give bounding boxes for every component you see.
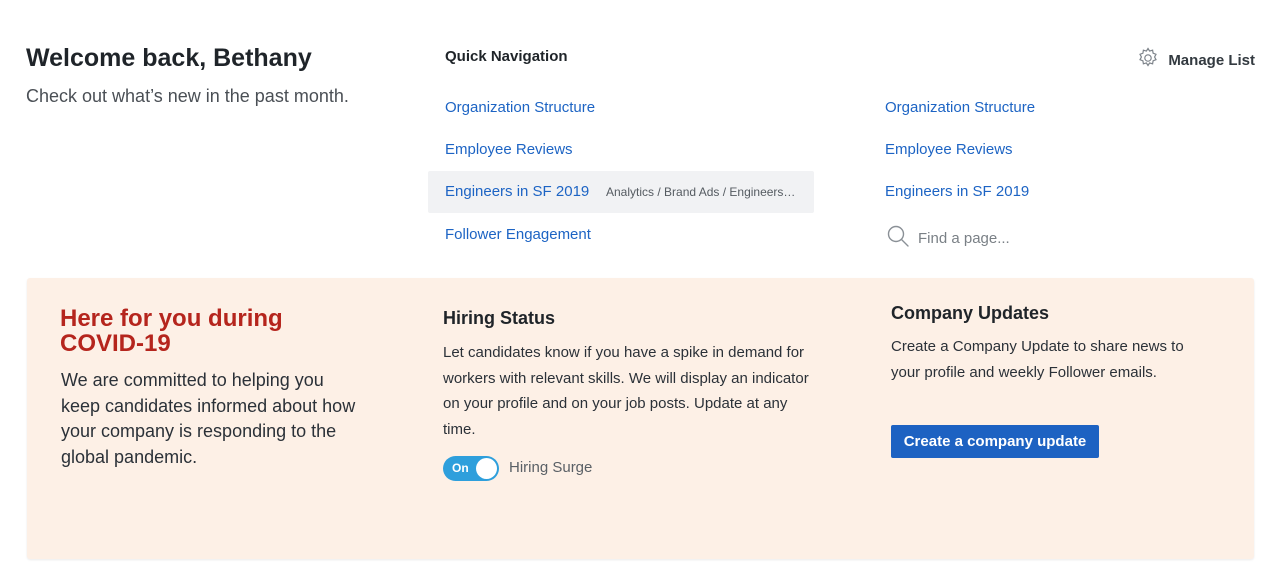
toggle-state-label: On bbox=[452, 461, 469, 475]
company-updates-body: Create a Company Update to share news to… bbox=[891, 338, 1184, 381]
covid-title: Here for you during COVID-19 bbox=[60, 305, 283, 357]
quick-nav-link-follower-engagement[interactable]: Follower Engagement bbox=[445, 226, 591, 243]
welcome-title: Welcome back, Bethany bbox=[26, 44, 312, 72]
search-icon bbox=[886, 224, 910, 253]
quick-nav-breadcrumb: Analytics / Brand Ads / Engineers… bbox=[606, 185, 796, 199]
welcome-subtitle: Check out what’s new in the past month. bbox=[26, 86, 349, 106]
quick-nav-link-employee-reviews[interactable]: Employee Reviews bbox=[445, 141, 573, 158]
hiring-status-title: Hiring Status bbox=[443, 308, 556, 328]
quick-nav-link-organization-structure[interactable]: Organization Structure bbox=[445, 99, 595, 116]
quick-nav-right-link-employee-reviews[interactable]: Employee Reviews bbox=[885, 141, 1013, 158]
hiring-status-body: Let candidates know if you have a spike … bbox=[443, 344, 809, 438]
covid-body: We are committed to helping you keep can… bbox=[61, 370, 356, 467]
find-page-input[interactable] bbox=[918, 230, 1118, 247]
hiring-surge-label: Hiring Surge bbox=[509, 459, 593, 476]
quick-nav-right-link-organization-structure[interactable]: Organization Structure bbox=[885, 99, 1035, 116]
company-updates-title: Company Updates bbox=[891, 303, 1050, 323]
toggle-knob bbox=[476, 458, 497, 479]
hiring-surge-toggle[interactable]: On bbox=[443, 456, 499, 481]
manage-list-label: Manage List bbox=[1168, 52, 1255, 69]
quick-nav-right-link-engineers-sf-2019[interactable]: Engineers in SF 2019 bbox=[885, 183, 1029, 200]
quick-navigation-title: Quick Navigation bbox=[445, 48, 568, 65]
manage-list-button[interactable]: Manage List bbox=[1136, 46, 1255, 75]
gear-icon bbox=[1136, 46, 1160, 75]
quick-nav-link-engineers-sf-2019[interactable]: Engineers in SF 2019 bbox=[445, 183, 589, 200]
create-company-update-button[interactable]: Create a company update bbox=[891, 425, 1099, 458]
find-page-search bbox=[886, 224, 1118, 253]
